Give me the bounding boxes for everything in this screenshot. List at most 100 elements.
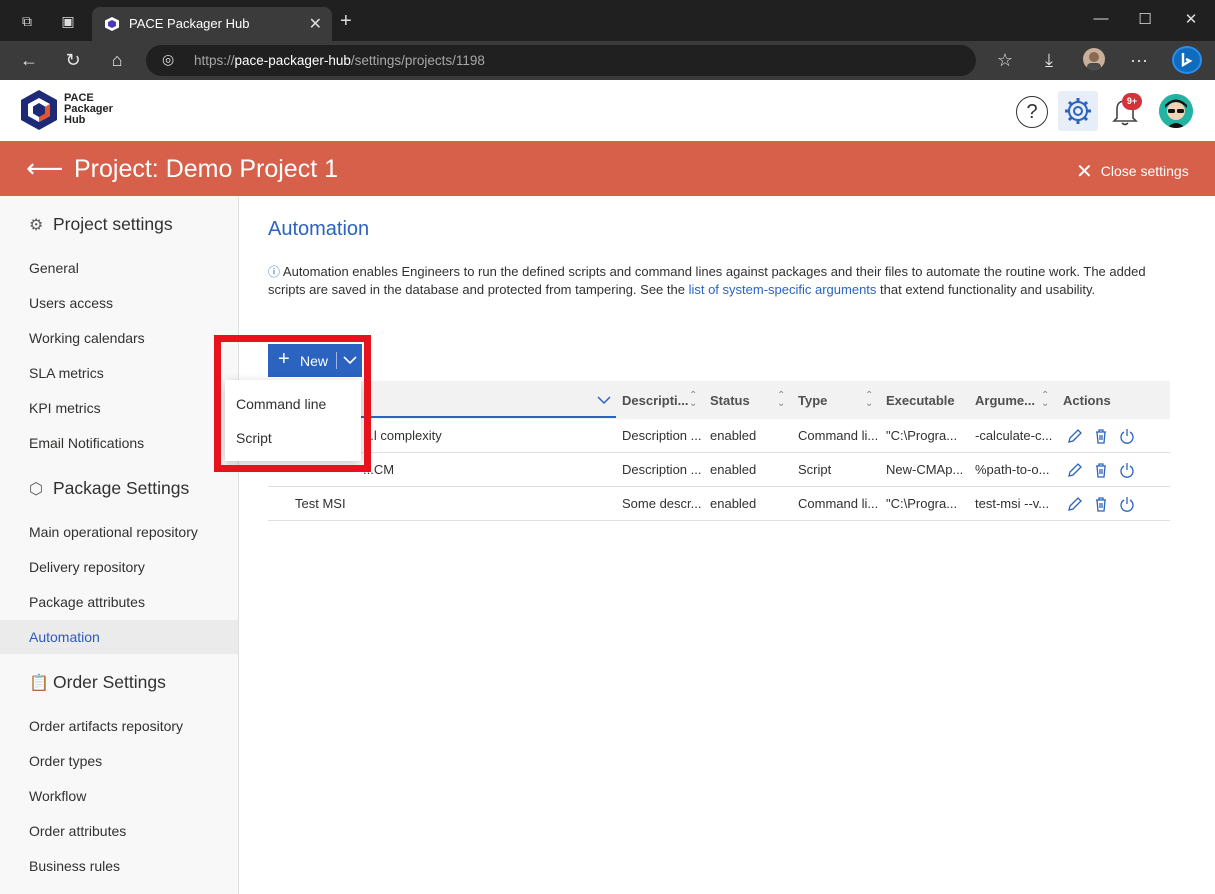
sort-icon[interactable]: ⌃ ⌄ [865, 391, 873, 409]
settings-sidebar: ⚙ Project settings General Users access W… [0, 196, 239, 894]
settings-button[interactable] [1058, 91, 1098, 131]
cell-type: Command li... [798, 428, 879, 443]
more-icon[interactable]: ··· [1128, 49, 1150, 71]
cell-status: enabled [710, 428, 757, 443]
maximize-icon[interactable]: ☐ [1130, 10, 1160, 28]
sidebar-item-kpi-metrics[interactable]: KPI metrics [0, 391, 238, 425]
cell-description: Description ... [622, 428, 702, 443]
browser-profile-avatar[interactable] [1083, 48, 1105, 70]
cell-executable: "C:\Progra... [886, 428, 958, 443]
browser-titlebar: ⧉ ▣ PACE Packager Hub ✕ + — ☐ ✕ [0, 0, 1215, 41]
downloads-icon[interactable]: ⤓ [1038, 49, 1060, 71]
power-toggle-icon[interactable] [1118, 495, 1136, 513]
sidebar-item-order-types[interactable]: Order types [0, 744, 238, 778]
workspaces-icon[interactable]: ⧉ [18, 12, 36, 30]
power-toggle-icon[interactable] [1118, 461, 1136, 479]
minimize-icon[interactable]: — [1086, 10, 1116, 27]
sidebar-item-business-rules[interactable]: Business rules [0, 849, 238, 883]
close-settings-button[interactable]: ✕ Close settings [1076, 159, 1189, 184]
gear-icon: ⚙ [29, 217, 44, 234]
sidebar-item-package-attributes[interactable]: Package attributes [0, 585, 238, 619]
favorites-icon[interactable]: ☆ [994, 49, 1016, 71]
gear-icon [1065, 98, 1091, 124]
sidebar-item-order-artifacts-repository[interactable]: Order artifacts repository [0, 709, 238, 743]
cell-status: enabled [710, 462, 757, 477]
sidebar-item-order-attributes[interactable]: Order attributes [0, 814, 238, 848]
info-icon: ⓘ [268, 265, 281, 279]
edit-pencil-icon[interactable] [1066, 427, 1084, 445]
tab-actions-icon[interactable]: ▣ [59, 12, 77, 30]
package-icon: ⬡ [29, 481, 43, 498]
column-status[interactable]: Status [710, 393, 750, 408]
sidebar-item-workflow[interactable]: Workflow [0, 779, 238, 813]
column-description[interactable]: Descripti... [622, 393, 688, 408]
section-title: Automation [268, 218, 370, 240]
sidebar-item-main-operational-repository[interactable]: Main operational repository [0, 515, 238, 549]
annotation-highlight-box [214, 335, 371, 472]
home-icon[interactable]: ⌂ [106, 49, 128, 71]
system-arguments-link[interactable]: list of system-specific arguments [689, 282, 877, 297]
cell-description: Some descr... [622, 496, 702, 511]
pace-logo-icon[interactable] [20, 89, 58, 131]
cell-arguments: -calculate-c... [975, 428, 1053, 443]
delete-trash-icon[interactable] [1092, 461, 1110, 479]
chevron-down-icon[interactable] [597, 393, 611, 407]
notifications-badge: 9+ [1122, 93, 1142, 110]
sidebar-item-working-calendars[interactable]: Working calendars [0, 321, 238, 355]
refresh-icon[interactable]: ↻ [62, 49, 84, 71]
grid-header: Descripti... ⌃ ⌄ Status ⌃ ⌄ Type ⌃ ⌄ Execut… [268, 381, 1170, 419]
delete-trash-icon[interactable] [1092, 427, 1110, 445]
tab-title: PACE Packager Hub [129, 16, 250, 31]
project-settings-heading: ⚙ Project settings [29, 214, 173, 234]
tab-close-icon[interactable]: ✕ [309, 14, 322, 34]
sidebar-item-automation[interactable]: Automation [0, 620, 238, 654]
column-executable[interactable]: Executable [886, 393, 955, 408]
copilot-icon[interactable] [1172, 46, 1202, 74]
sidebar-item-users-access[interactable]: Users access [0, 286, 238, 320]
table-row[interactable]: ...CM Description ... enabled Script New… [268, 453, 1170, 487]
clipboard-icon: 📋 [29, 675, 49, 692]
browser-tab[interactable]: PACE Packager Hub ✕ [92, 7, 332, 41]
sidebar-item-delivery-repository[interactable]: Delivery repository [0, 550, 238, 584]
globe-icon: ◎ [162, 51, 175, 67]
table-row[interactable]: ...l complexity Description ... enabled … [268, 419, 1170, 453]
name-column-active-underline [360, 416, 616, 418]
order-settings-heading: 📋 Order Settings [29, 672, 166, 692]
table-row[interactable]: Test MSI Some descr... enabled Command l… [268, 487, 1170, 521]
cell-type: Command li... [798, 496, 879, 511]
package-settings-heading: ⬡ Package Settings [29, 478, 190, 498]
cell-arguments: test-msi --v... [975, 496, 1050, 511]
cell-arguments: %path-to-o... [975, 462, 1050, 477]
sort-icon[interactable]: ⌃ ⌄ [689, 391, 697, 409]
close-icon: ✕ [1076, 161, 1093, 183]
new-tab-icon[interactable]: + [340, 10, 352, 33]
sidebar-item-sla-metrics[interactable]: SLA metrics [0, 356, 238, 390]
column-arguments[interactable]: Argume... [975, 393, 1035, 408]
window-close-icon[interactable]: ✕ [1176, 10, 1206, 28]
sort-icon[interactable]: ⌃ ⌄ [1041, 391, 1049, 409]
back-arrow-icon[interactable]: ⟵ [26, 154, 63, 182]
cell-executable: New-CMAp... [886, 462, 964, 477]
cell-name: ...l complexity [363, 428, 442, 443]
delete-trash-icon[interactable] [1092, 495, 1110, 513]
address-bar[interactable]: ◎ https://pace-packager-hub/settings/pro… [146, 45, 976, 76]
pace-favicon-icon [105, 17, 119, 31]
browser-toolbar: ← ↻ ⌂ ◎ https://pace-packager-hub/settin… [0, 41, 1215, 80]
cell-executable: "C:\Progra... [886, 496, 958, 511]
back-icon[interactable]: ← [18, 49, 40, 71]
power-toggle-icon[interactable] [1118, 427, 1136, 445]
column-type[interactable]: Type [798, 393, 827, 408]
cell-status: enabled [710, 496, 757, 511]
cell-name: Test MSI [295, 496, 346, 511]
sidebar-item-general[interactable]: General [0, 251, 238, 285]
logo-text: PACE Packager Hub [64, 92, 113, 126]
edit-pencil-icon[interactable] [1066, 495, 1084, 513]
sort-icon[interactable]: ⌃ ⌄ [777, 391, 785, 409]
column-actions: Actions [1063, 393, 1111, 408]
user-avatar[interactable] [1159, 94, 1193, 128]
edit-pencil-icon[interactable] [1066, 461, 1084, 479]
cell-type: Script [798, 462, 832, 477]
cell-description: Description ... [622, 462, 702, 477]
sidebar-item-email-notifications[interactable]: Email Notifications [0, 426, 238, 460]
help-button[interactable]: ? [1016, 96, 1048, 128]
